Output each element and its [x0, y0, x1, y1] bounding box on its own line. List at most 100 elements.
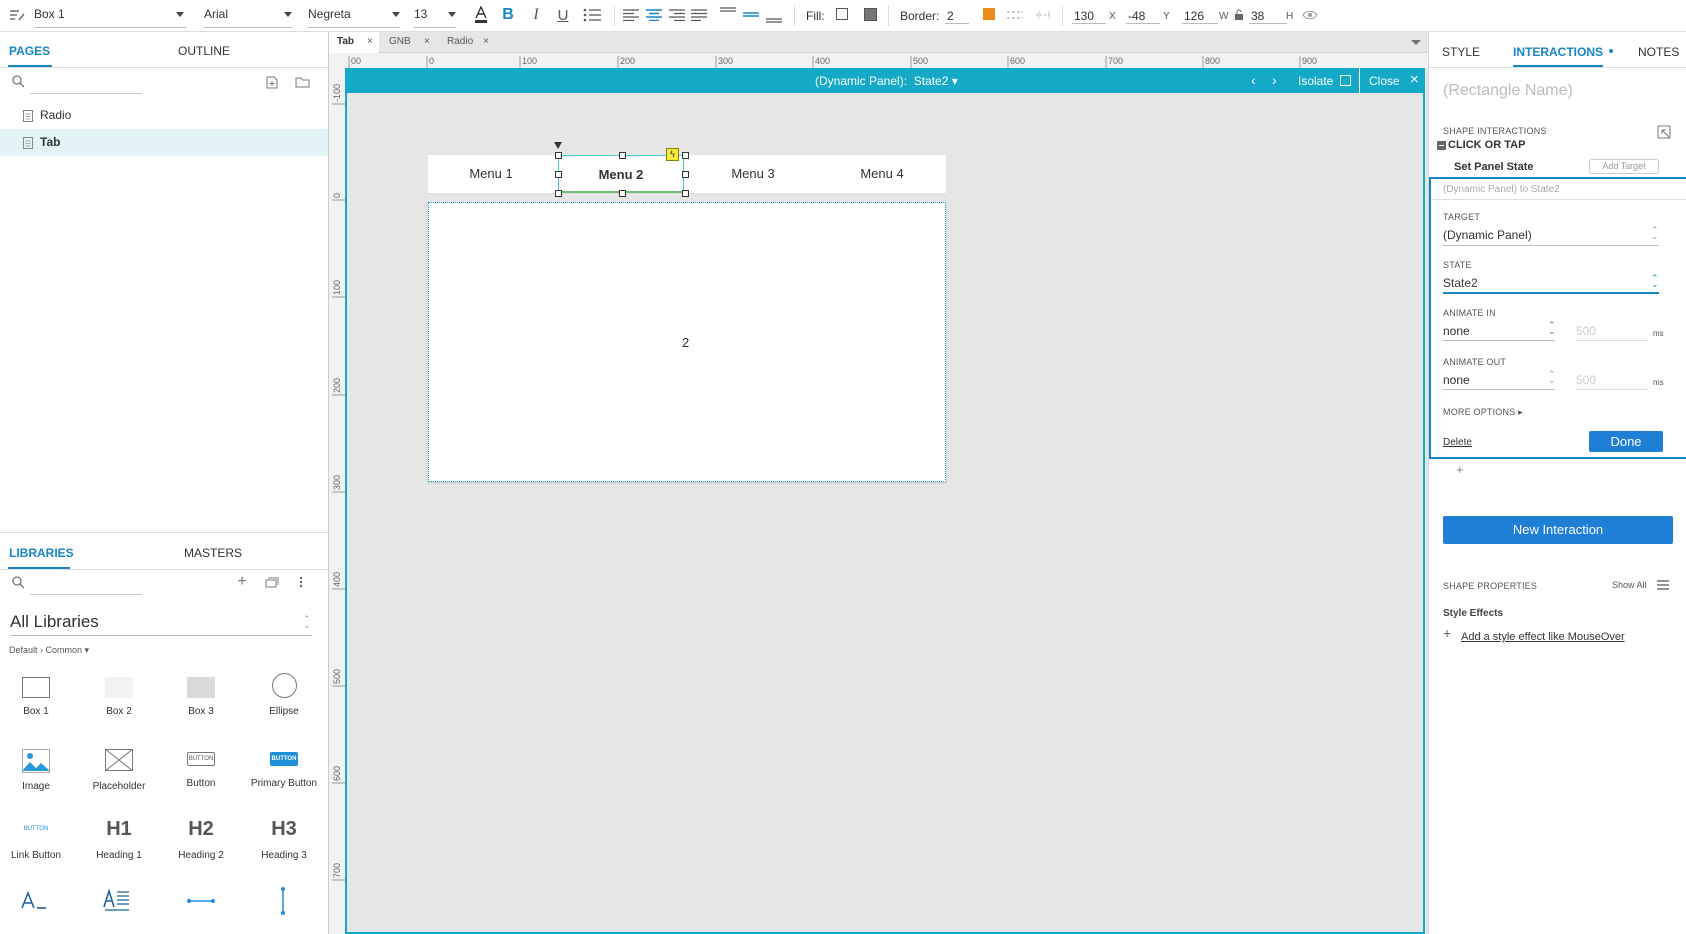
align-left-icon[interactable]	[622, 6, 640, 24]
tab-libraries[interactable]: LIBRARIES	[9, 546, 74, 560]
animate-in-duration-input[interactable]: 500	[1576, 324, 1596, 338]
selection-handle[interactable]	[555, 190, 562, 197]
widget-ellipse[interactable]: Ellipse	[244, 673, 324, 717]
new-interaction-button[interactable]: New Interaction	[1443, 516, 1673, 544]
add-target-button[interactable]: Add Target	[1589, 159, 1659, 174]
add-folder-icon[interactable]	[294, 75, 310, 89]
widget-heading1[interactable]: H1 Heading 1	[79, 818, 159, 861]
tab-masters[interactable]: MASTERS	[184, 546, 242, 560]
close-icon[interactable]: ×	[424, 36, 430, 47]
menu-tab-3[interactable]: Menu 3	[688, 155, 818, 193]
more-options-link[interactable]: MORE OPTIONS ▸	[1443, 407, 1523, 418]
plus-icon[interactable]: +	[1443, 625, 1451, 641]
page-item[interactable]: Radio	[0, 102, 328, 129]
selection-handle[interactable]	[682, 152, 689, 159]
library-stack-icon[interactable]	[264, 575, 280, 589]
widget-button[interactable]: BUTTON Button	[161, 749, 241, 789]
fill-color-swatch[interactable]	[836, 8, 848, 20]
shape-name-input[interactable]: (Rectangle Name)	[1443, 82, 1573, 100]
show-all-link[interactable]: Show All	[1612, 580, 1647, 590]
border-color-swatch[interactable]	[983, 8, 995, 20]
add-page-icon[interactable]	[265, 75, 279, 89]
close-panel-button[interactable]: Close	[1369, 74, 1400, 88]
animate-in-select[interactable]: none	[1443, 324, 1470, 338]
prev-state-icon[interactable]: ‹	[1251, 72, 1256, 88]
selection-handle[interactable]	[682, 190, 689, 197]
align-right-icon[interactable]	[668, 6, 686, 24]
add-style-effect-link[interactable]: Add a style effect like MouseOver	[1461, 631, 1625, 643]
isolate-icon[interactable]	[1340, 75, 1351, 86]
next-state-icon[interactable]: ›	[1272, 72, 1277, 88]
animate-out-duration-input[interactable]: 500	[1576, 373, 1596, 387]
widget-heading2[interactable]: H2 Heading 2	[161, 818, 241, 861]
selection-handle[interactable]	[619, 190, 626, 197]
widget-link-button[interactable]: BUTTON Link Button	[0, 822, 76, 861]
search-icon[interactable]	[11, 74, 25, 88]
align-center-icon[interactable]	[645, 6, 663, 24]
align-justify-icon[interactable]	[690, 6, 708, 24]
bullet-list-icon[interactable]	[582, 6, 602, 24]
widget-box1[interactable]: Box 1	[0, 677, 76, 717]
action-set-panel-state[interactable]: Set Panel State	[1454, 161, 1533, 173]
lock-icon[interactable]	[1233, 8, 1245, 22]
doc-tab-active[interactable]: Tab ×	[329, 32, 379, 53]
close-icon[interactable]: ×	[367, 36, 373, 47]
state-select[interactable]: State2	[1443, 276, 1478, 290]
doc-tab[interactable]: GNB ×	[379, 32, 437, 53]
vertical-line-icon[interactable]	[276, 884, 290, 918]
underline-icon[interactable]: U	[554, 5, 572, 25]
page-item-selected[interactable]: Tab	[0, 129, 328, 156]
tab-overflow-icon[interactable]	[1411, 40, 1421, 45]
valign-top-icon[interactable]	[719, 4, 737, 24]
library-breadcrumb[interactable]: Default › Common ▾	[9, 645, 89, 656]
font-family-select[interactable]: Arial	[204, 0, 292, 28]
paragraph-icon[interactable]	[102, 886, 132, 914]
tab-style[interactable]: STYLE	[1442, 45, 1480, 59]
menu-tab-4[interactable]: Menu 4	[818, 155, 946, 193]
valign-middle-icon[interactable]	[742, 4, 760, 24]
close-icon[interactable]: ×	[1410, 71, 1419, 88]
widget-image[interactable]: Image	[0, 749, 76, 792]
font-weight-select[interactable]: Negreta	[308, 0, 400, 28]
doc-tab[interactable]: Radio ×	[437, 32, 497, 53]
selection-handle[interactable]	[555, 152, 562, 159]
hamburger-menu-icon[interactable]	[1656, 578, 1670, 592]
valign-bottom-icon[interactable]	[765, 6, 783, 26]
width-input[interactable]: 126	[1184, 0, 1204, 32]
italic-icon[interactable]: I	[527, 5, 545, 25]
height-input[interactable]: 38	[1251, 0, 1264, 32]
menu-tab-1[interactable]: Menu 1	[428, 155, 554, 193]
add-library-icon[interactable]: +	[235, 573, 249, 590]
widget-box2[interactable]: Box 2	[79, 677, 159, 717]
close-icon[interactable]: ×	[483, 36, 489, 47]
event-click-or-tap[interactable]: CLICK OR TAP	[1448, 139, 1525, 151]
visibility-eye-icon[interactable]	[1302, 8, 1318, 22]
add-action-icon[interactable]: +	[1456, 462, 1464, 477]
tab-notes[interactable]: NOTES	[1638, 45, 1679, 59]
border-visibility-icon[interactable]	[1035, 7, 1053, 23]
fill-image-icon[interactable]	[864, 8, 877, 21]
widget-primary-button[interactable]: BUTTON Primary Button	[244, 749, 324, 789]
x-input[interactable]: 130	[1074, 0, 1094, 32]
selection-handle[interactable]	[555, 171, 562, 178]
done-button[interactable]: Done	[1589, 431, 1663, 452]
border-width-input[interactable]: 2	[947, 0, 954, 32]
animate-out-select[interactable]: none	[1443, 373, 1470, 387]
search-icon[interactable]	[11, 575, 25, 589]
y-input[interactable]: -48	[1128, 0, 1145, 32]
selection-handle[interactable]	[619, 152, 626, 159]
rotation-handle-icon[interactable]	[554, 142, 562, 149]
widget-box3[interactable]: Box 3	[161, 677, 241, 717]
tab-pages[interactable]: PAGES	[9, 44, 50, 58]
text-color-icon[interactable]	[472, 5, 490, 25]
tab-interactions[interactable]: INTERACTIONS	[1513, 45, 1603, 59]
panel-state-select[interactable]: (Dynamic Panel): State2 ▾	[815, 74, 958, 88]
selection-handle[interactable]	[682, 171, 689, 178]
bold-icon[interactable]: B	[499, 5, 517, 25]
collapse-icon[interactable]	[1437, 141, 1446, 150]
target-select[interactable]: (Dynamic Panel)	[1443, 228, 1532, 242]
tab-outline[interactable]: OUTLINE	[178, 44, 230, 58]
interaction-lightning-icon[interactable]: ϟ	[666, 148, 679, 161]
border-style-icon[interactable]	[1006, 7, 1024, 23]
delete-link[interactable]: Delete	[1443, 437, 1472, 448]
